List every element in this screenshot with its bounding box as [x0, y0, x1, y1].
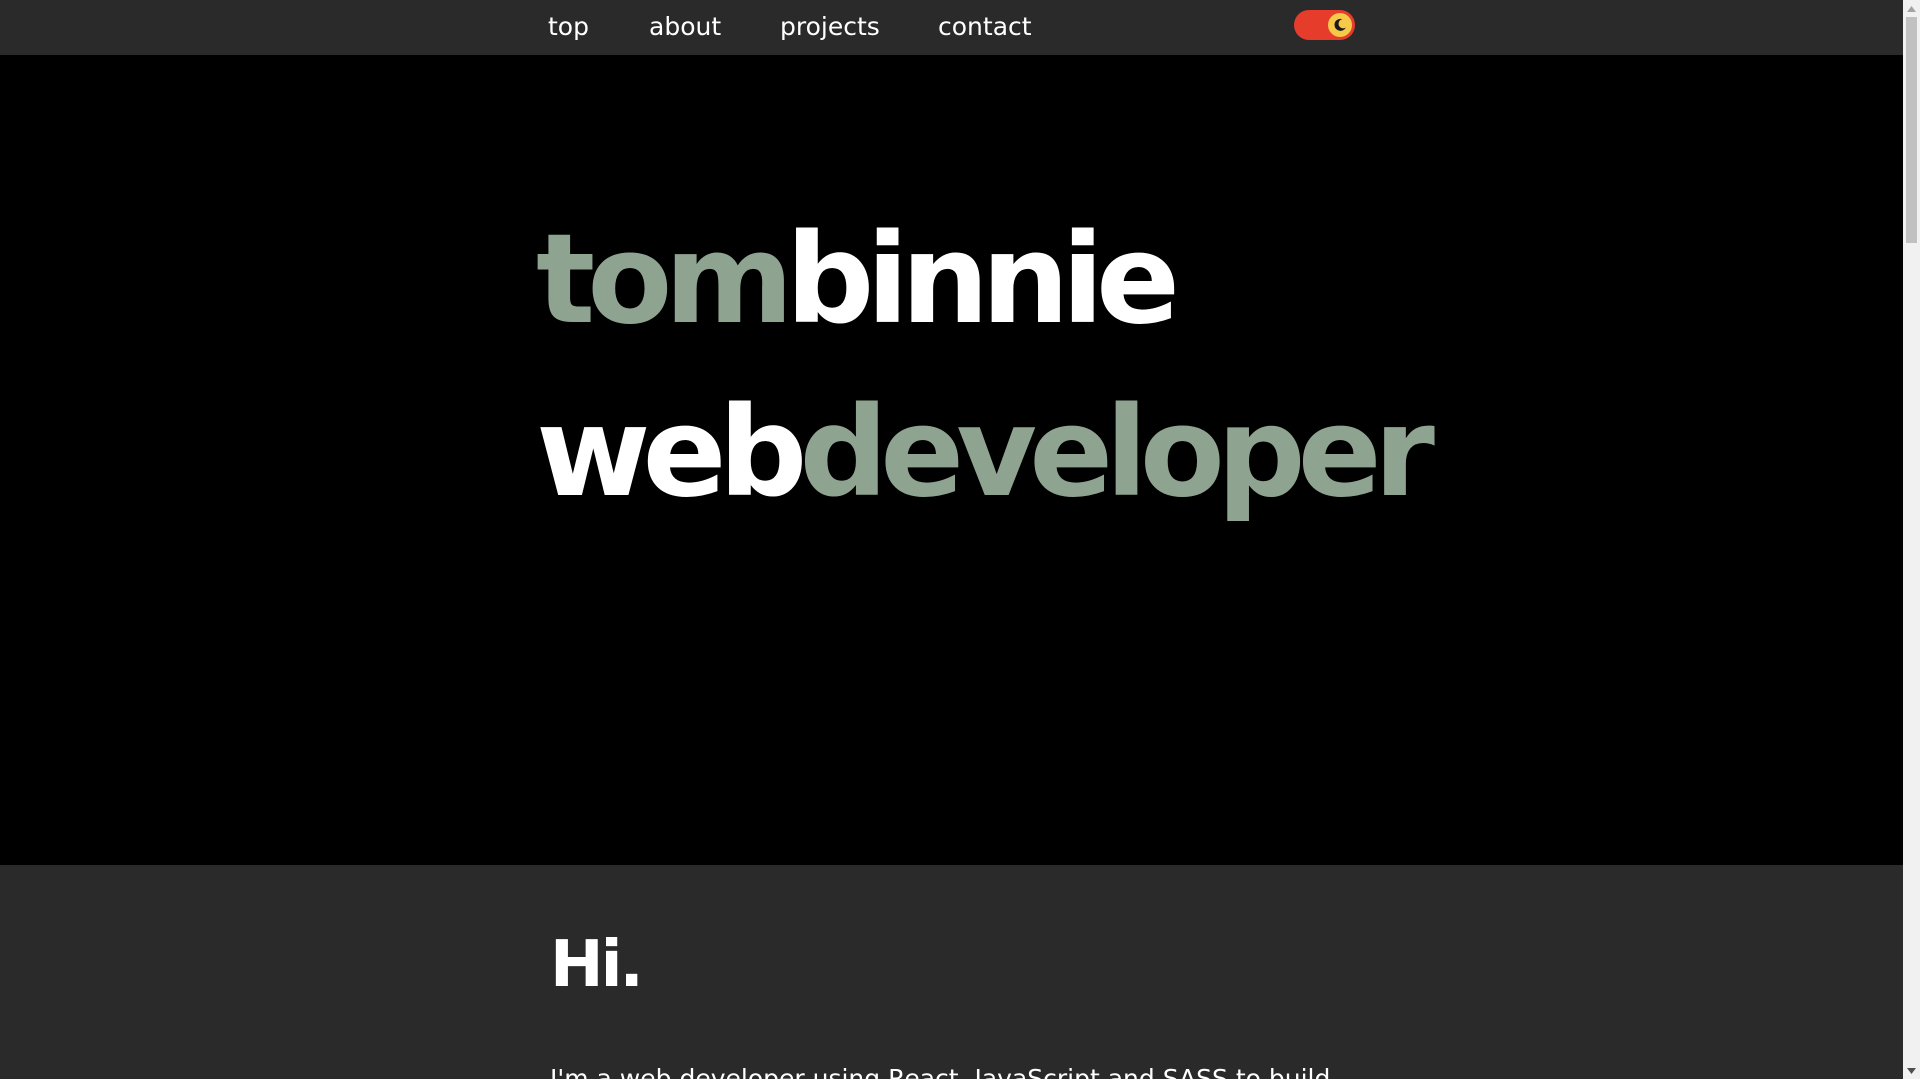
- navbar: top about projects contact: [0, 0, 1903, 55]
- nav-link-projects[interactable]: projects: [780, 10, 880, 44]
- hero-role-prefix: web: [536, 381, 807, 525]
- scroll-down-arrow-icon[interactable]: [1903, 1062, 1920, 1079]
- scroll-up-arrow-icon[interactable]: [1903, 0, 1920, 17]
- moon-icon: [1334, 18, 1346, 31]
- about-heading: Hi.: [550, 928, 644, 1002]
- nav-link-top[interactable]: top: [548, 10, 589, 44]
- hero-section: tombinnie webdeveloper: [0, 55, 1903, 865]
- scrollbar[interactable]: [1903, 0, 1920, 1079]
- about-section: Hi. I'm a web developer using React, Jav…: [0, 865, 1903, 1079]
- scrollbar-thumb[interactable]: [1906, 17, 1917, 243]
- hero-role: webdeveloper: [536, 378, 1435, 528]
- hero-first-name: tom: [536, 208, 794, 352]
- hero-last-name: binnie: [785, 208, 1180, 352]
- theme-toggle[interactable]: [1294, 10, 1355, 40]
- page: top about projects contact tombinnie web…: [0, 0, 1920, 1079]
- hero-role-suffix: developer: [799, 381, 1434, 525]
- hero-name: tombinnie: [536, 205, 1180, 355]
- toggle-knob: [1328, 13, 1352, 37]
- nav-link-about[interactable]: about: [649, 10, 721, 44]
- about-intro-text: I'm a web developer using React, JavaScr…: [550, 1064, 1331, 1079]
- nav-link-contact[interactable]: contact: [938, 10, 1032, 44]
